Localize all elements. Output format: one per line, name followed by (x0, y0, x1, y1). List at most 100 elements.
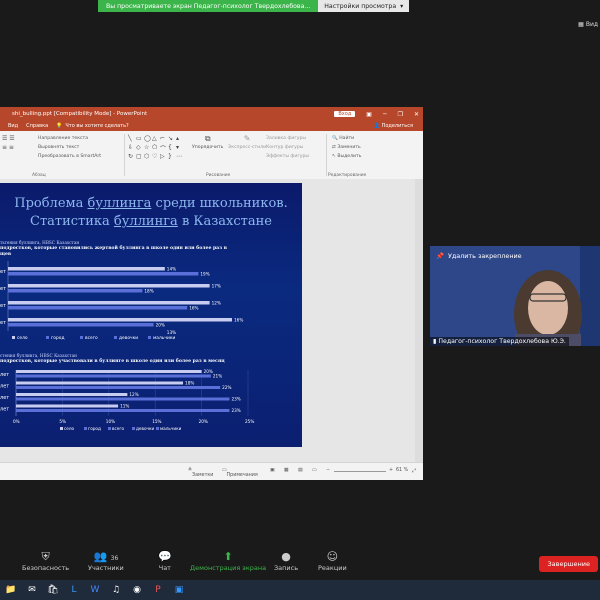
reading-view-icon[interactable]: ▤ (298, 468, 303, 473)
arrange-button[interactable]: ⧉ Упорядочить (192, 134, 223, 152)
shape-outline-button[interactable]: Контур фигуры (266, 143, 309, 152)
line-shape-icon[interactable]: ▴ (176, 135, 184, 144)
line-shape-icon[interactable]: ▷ (160, 153, 168, 162)
close-icon[interactable]: ✕ (414, 111, 419, 118)
slide-editor: Проблема буллинга среди школьников. Стат… (0, 179, 423, 463)
ppt-title-bar: shi_bulling.ppt [Compatibility Mode] - P… (0, 107, 423, 121)
line-shape-icon[interactable]: ☆ (144, 144, 152, 153)
line-shape-icon[interactable]: ↻ (128, 153, 136, 162)
vertical-scrollbar[interactable] (415, 179, 423, 463)
explorer-icon[interactable]: 📁 (4, 585, 18, 595)
find-button[interactable]: 🔍 Найти (332, 134, 361, 143)
line-shape-icon[interactable]: ◇ (136, 144, 144, 153)
line-shape-icon[interactable]: } (168, 153, 176, 162)
chat-button[interactable]: 💬 Чат (158, 550, 172, 572)
music-icon[interactable]: ♫ (109, 585, 123, 595)
replace-button[interactable]: ⇄ Заменить (332, 143, 361, 152)
line-shape-icon[interactable]: ▾ (176, 144, 184, 153)
slide[interactable]: Проблема буллинга среди школьников. Стат… (0, 183, 302, 447)
chat-icon: 💬 (158, 550, 172, 563)
line-shape-icon[interactable]: ⬠ (152, 144, 160, 153)
zoom-icon[interactable]: ▣ (172, 585, 186, 595)
quick-styles-button[interactable]: ✎ Экспресс-стили (228, 134, 266, 152)
tab-view[interactable]: Вид (8, 123, 18, 129)
status-bar: ≜ Заметки ▭ Примечания ▣ ▦ ▤ ▭ − + 61 % … (0, 462, 423, 480)
line-shape-icon[interactable]: ▢ (136, 153, 144, 162)
fit-slide-icon[interactable]: ⤢ (412, 468, 416, 474)
sign-in-button[interactable]: Вход (334, 111, 356, 117)
store-icon[interactable]: 🛍 (46, 585, 60, 595)
notes-button[interactable]: ≜ Заметки (188, 468, 213, 478)
normal-view-icon[interactable]: ▣ (270, 468, 275, 473)
paragraph-group: Направление текста Выровнять текст Преоб… (38, 134, 101, 161)
tick-label: лет (0, 384, 9, 390)
text-direction-button[interactable]: Направление текста (38, 134, 101, 143)
participant-video[interactable]: 📌 Удалить закрепление ▮ Педагог-психолог … (430, 246, 600, 346)
zoom-in-button[interactable]: + (389, 468, 393, 473)
word-icon[interactable]: W (88, 585, 102, 595)
tick-label: ет (0, 286, 6, 292)
mail-icon[interactable]: ✉ (25, 585, 39, 595)
shape-fill-button[interactable]: Заливка фигуры (266, 134, 309, 143)
align-icon[interactable]: ≡ ≡ (2, 143, 24, 152)
bar (16, 397, 230, 401)
reactions-button[interactable]: ☺ Реакции (318, 550, 347, 572)
zoom-slider[interactable] (334, 471, 386, 472)
data-label: 12% (129, 392, 138, 397)
line-shape-icon[interactable]: ◯ (144, 135, 152, 144)
restore-icon[interactable]: ❐ (398, 111, 403, 118)
title-text: буллинга (113, 214, 178, 229)
firefox-icon[interactable]: ◉ (130, 585, 144, 595)
legend-swatch (114, 336, 117, 339)
line-shape-icon[interactable]: ⋯ (176, 153, 184, 162)
legend-label: село (17, 336, 28, 341)
find-label: Найти (339, 136, 355, 141)
share-screen-button[interactable]: ⬆ Демонстрация экрана (190, 550, 266, 572)
unpin-button[interactable]: 📌 Удалить закрепление (436, 252, 522, 260)
line-shape-icon[interactable]: ↘ (168, 135, 176, 144)
tick-label: лет (0, 372, 9, 378)
view-mode-button[interactable]: ▦ Вид (578, 21, 598, 28)
line-shape-icon[interactable]: △ (152, 135, 160, 144)
zoom-out-button[interactable]: − (326, 468, 330, 473)
paragraph-group-label: Абзац (32, 173, 46, 178)
end-meeting-button[interactable]: Завершение (539, 556, 598, 572)
shape-effects-button[interactable]: Эффекты фигуры (266, 152, 309, 161)
line-shape-icon[interactable]: ♡ (152, 153, 160, 162)
minimize-icon[interactable]: ─ (383, 111, 387, 118)
share-button[interactable]: 👤 Поделиться (374, 123, 413, 129)
line-shape-icon[interactable]: { (168, 144, 176, 153)
line-shape-icon[interactable]: ⌐ (160, 135, 168, 144)
tell-me-input[interactable]: Что вы хотите сделать? (65, 123, 128, 129)
lightbulb-icon: 💡 (56, 123, 63, 129)
legend-swatch (46, 336, 49, 339)
security-button[interactable]: ⛨ Безопасность (22, 550, 69, 572)
legend-swatch (132, 427, 135, 430)
tab-help[interactable]: Справка (26, 123, 48, 129)
reaction-icon: ☺ (326, 550, 339, 563)
ribbon-options-icon[interactable]: ▣ (366, 111, 372, 118)
line-shape-icon[interactable]: ⬡ (144, 153, 152, 162)
zoom-level[interactable]: 61 % (396, 468, 408, 473)
slide-sorter-icon[interactable]: ▦ (284, 468, 289, 473)
line-shape-icon[interactable]: ⌒ (160, 144, 168, 153)
powerpoint-icon[interactable]: P (151, 585, 165, 595)
participants-button[interactable]: 👥 36 Участники (88, 550, 124, 572)
view-options-button[interactable]: Настройки просмотра ▾ (318, 0, 410, 12)
comments-button[interactable]: ▭ Примечания (222, 468, 258, 478)
smartart-button[interactable]: Преобразовать в SmartArt (38, 152, 101, 161)
align-text-button[interactable]: Выровнять текст (38, 143, 101, 152)
slideshow-icon[interactable]: ▭ (312, 468, 317, 473)
select-button[interactable]: ↖ Выделить (332, 152, 361, 161)
line-shape-icon[interactable]: ▭ (136, 135, 144, 144)
line-shape-icon[interactable]: ⇩ (128, 144, 136, 153)
line-shape-icon[interactable]: ╲ (128, 135, 136, 144)
list-icon[interactable]: ☰ ☰ (2, 134, 24, 143)
list-buttons[interactable]: ☰ ☰ ≡ ≡ (2, 134, 24, 152)
record-button[interactable]: ● Запись (274, 550, 298, 572)
data-label: 18% (144, 289, 153, 294)
app-icon[interactable]: L (67, 585, 81, 595)
ppt-window-title: shi_bulling.ppt [Compatibility Mode] - P… (12, 111, 148, 117)
shapes-gallery[interactable]: ╲ ▭ ◯ △ ⌐ ↘ ▴ ⇩ ◇ ☆ ⬠ ⌒{▾ ↻ ▢ ⬡ ♡ ▷} ⋯ (128, 135, 184, 163)
data-label: 20% (156, 323, 165, 328)
